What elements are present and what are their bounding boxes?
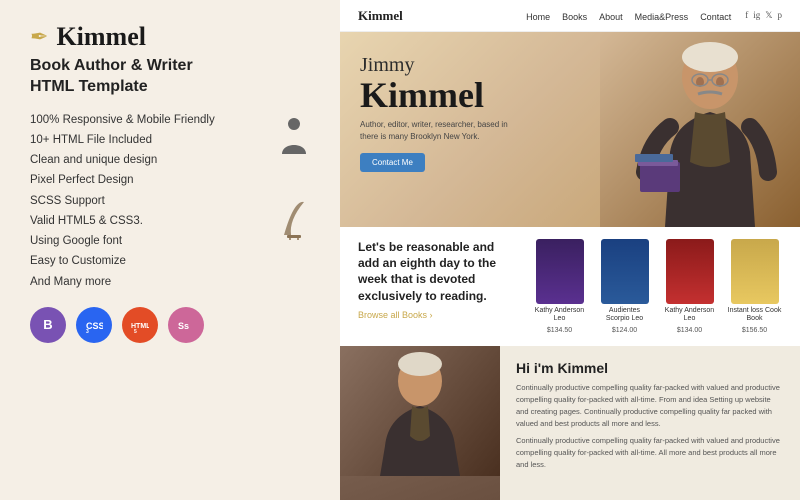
books-grid: Kathy Anderson Leo $134.50 Audientes Scorp… [532, 239, 782, 334]
browse-books-link[interactable]: Browse all Books › [358, 310, 516, 320]
feature-item: And Many more [30, 274, 268, 291]
book-price: $134.50 [547, 327, 572, 334]
tagline: Book Author & Writer HTML Template [30, 56, 310, 98]
pinterest-icon[interactable]: p [778, 10, 783, 21]
nav-link-contact[interactable]: Contact [700, 12, 731, 22]
about-paragraph-1: Continually productive compelling qualit… [516, 382, 784, 430]
html5-badge: HTML5 [122, 307, 158, 343]
feature-item: 10+ HTML File Included [30, 132, 268, 149]
author-photo [340, 346, 500, 500]
hero-text: Jimmy Kimmel Author, editor, writer, res… [360, 54, 780, 172]
book-item[interactable]: Kathy Anderson Leo $134.50 [532, 239, 587, 334]
nav-social: f ig 𝕏 p [745, 10, 782, 21]
nav-links: Home Books About Media&Press Contact [526, 7, 731, 25]
about-text: Hi i'm Kimmel Continually productive com… [500, 346, 800, 500]
book-title: Kathy Anderson Leo [532, 307, 587, 324]
hero-description: Author, editor, writer, researcher, base… [360, 119, 540, 143]
book-title: Kathy Anderson Leo [662, 307, 717, 324]
brand-row: ✒ Kimmel [30, 22, 310, 52]
feature-item: Using Google font [30, 233, 268, 250]
books-quote: Let's be reasonable and add an eighth da… [358, 239, 516, 304]
books-text: Let's be reasonable and add an eighth da… [358, 239, 516, 334]
feature-item: Valid HTML5 & CSS3. [30, 213, 268, 230]
svg-text:Ss: Ss [178, 321, 189, 331]
sass-badge: Ss [168, 307, 204, 343]
feature-item: SCSS Support [30, 193, 268, 210]
nav-link-media&press[interactable]: Media&Press [635, 12, 689, 22]
twitter-icon[interactable]: 𝕏 [765, 10, 772, 21]
hero-name-first: Jimmy [360, 54, 780, 77]
quill-icon: ✒ [30, 24, 48, 50]
quill-stand-icon [279, 200, 309, 245]
right-panel: Kimmel Home Books About Media&Press Contact … [340, 0, 800, 500]
feature-item: Clean and unique design [30, 152, 268, 169]
feature-item: Easy to Customize [30, 253, 268, 270]
left-panel: ✒ Kimmel Book Author & Writer HTML Templ… [0, 0, 340, 500]
features-list: 100% Responsive & Mobile Friendly 10+ HTM… [30, 112, 268, 291]
writer-icon [278, 116, 310, 164]
hero-section: Jimmy Kimmel Author, editor, writer, res… [340, 32, 800, 227]
facebook-icon[interactable]: f [745, 10, 748, 21]
bottom-section: Hi i'm Kimmel Continually productive com… [340, 346, 800, 500]
book-price: $124.00 [612, 327, 637, 334]
brand-name: Kimmel [56, 22, 146, 52]
book-price: $156.50 [742, 327, 767, 334]
css3-badge: CSS3 [76, 307, 112, 343]
tech-badges: B CSS3 HTML5 Ss [30, 307, 310, 343]
navbar: Kimmel HomeBooksAboutMedia&PressContact … [340, 0, 800, 32]
about-paragraph-2: Continually productive compelling qualit… [516, 435, 784, 471]
book-item[interactable]: Kathy Anderson Leo $134.00 [662, 239, 717, 334]
book-price: $134.00 [677, 327, 702, 334]
nav-link-books[interactable]: Books [562, 12, 587, 22]
nav-link-home[interactable]: Home [526, 12, 550, 22]
hero-name-last: Kimmel [360, 77, 780, 113]
features-section: 100% Responsive & Mobile Friendly 10+ HTM… [30, 112, 310, 291]
svg-text:5: 5 [134, 329, 137, 334]
book-title: Instant loss Cook Book [727, 307, 782, 324]
contact-button[interactable]: Contact Me [360, 153, 425, 172]
nav-link-about[interactable]: About [599, 12, 623, 22]
about-title: Hi i'm Kimmel [516, 360, 784, 376]
feature-item: Pixel Perfect Design [30, 172, 268, 189]
feature-item: 100% Responsive & Mobile Friendly [30, 112, 268, 129]
bootstrap-badge: B [30, 307, 66, 343]
svg-text:3: 3 [86, 329, 89, 334]
instagram-icon[interactable]: ig [753, 10, 760, 21]
books-section: Let's be reasonable and add an eighth da… [340, 227, 800, 346]
book-item[interactable]: Audientes Scorpio Leo $124.00 [597, 239, 652, 334]
book-item[interactable]: Instant loss Cook Book $156.50 [727, 239, 782, 334]
book-title: Audientes Scorpio Leo [597, 307, 652, 324]
nav-brand: Kimmel [358, 8, 403, 24]
